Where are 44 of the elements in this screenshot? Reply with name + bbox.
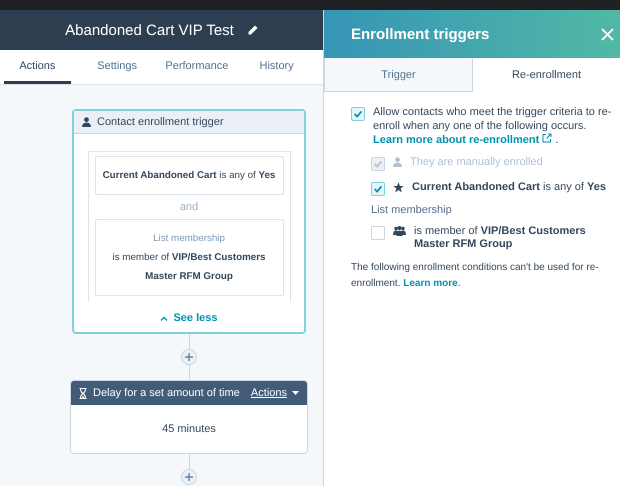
- workflow-tab[interactable]: Actions: [4, 50, 71, 84]
- allow-reenroll-text: Allow contacts who meet the trigger criteria to re-enroll when any one of the following occurs. Learn more about re-enrollment .: [373, 106, 612, 148]
- workflow-tab[interactable]: Performance: [164, 50, 230, 84]
- see-less-link[interactable]: See less: [160, 312, 218, 324]
- actions-menu[interactable]: Actions: [250, 387, 299, 399]
- filter-label: List membership: [153, 232, 225, 246]
- hourglass-icon: [79, 388, 87, 398]
- plus-icon: [185, 353, 193, 361]
- group-icon: [393, 226, 406, 236]
- trigger-card[interactable]: Contact enrollment trigger Current Abandoned Cart is any of Yes and List membership is member of VIP/Best Customers Master RFM Group See less: [72, 109, 306, 334]
- panel-tab[interactable]: Trigger: [324, 58, 473, 92]
- option-text: Current Abandoned Cart is any of Yes: [412, 181, 606, 194]
- person-icon: [393, 156, 402, 166]
- note-text: The following enrollment conditions can't be used for re-enrollment. Learn more.: [351, 260, 600, 290]
- panel-title: Enrollment triggers: [351, 26, 490, 42]
- delay-duration: 45 minutes: [162, 423, 216, 435]
- workflow-title: Abandoned Cart VIP Test: [65, 22, 234, 38]
- checkbox[interactable]: [351, 107, 365, 121]
- chevron-up-icon: [160, 316, 168, 320]
- workflow-tab[interactable]: Settings: [84, 50, 150, 84]
- external-link-icon: [542, 133, 552, 143]
- option-text: They are manually enrolled: [410, 156, 543, 169]
- star-icon: [393, 182, 404, 193]
- caret-icon: [292, 391, 299, 395]
- checkbox[interactable]: [371, 182, 385, 196]
- learn-more-link[interactable]: Learn more about re-enrollment: [373, 134, 552, 146]
- plus-icon: [185, 473, 193, 481]
- step-card[interactable]: Delay for a set amount of time Actions 45 minutes: [70, 380, 308, 454]
- add-step-button[interactable]: [181, 349, 197, 365]
- pencil-icon[interactable]: [248, 25, 258, 35]
- workflow-tab[interactable]: History: [243, 50, 310, 84]
- check-icon: [352, 108, 364, 120]
- card-title: Contact enrollment trigger: [97, 116, 224, 128]
- check-icon: [372, 183, 384, 195]
- filter-text: Current Abandoned Cart is any of Yes: [102, 169, 276, 183]
- option-text: is member of VIP/Best Customers Master RFM Group: [414, 224, 587, 252]
- section-label: List membership: [371, 204, 453, 218]
- step-title: Delay for a set amount of time: [93, 387, 241, 399]
- learn-more-link[interactable]: Learn more: [403, 278, 458, 288]
- checkbox[interactable]: [371, 226, 385, 240]
- person-icon: [82, 117, 91, 127]
- filter-text: is member of VIP/Best Customers Master RFM Group: [112, 251, 266, 284]
- add-step-button[interactable]: [181, 469, 197, 485]
- joiner-label: and: [180, 200, 198, 215]
